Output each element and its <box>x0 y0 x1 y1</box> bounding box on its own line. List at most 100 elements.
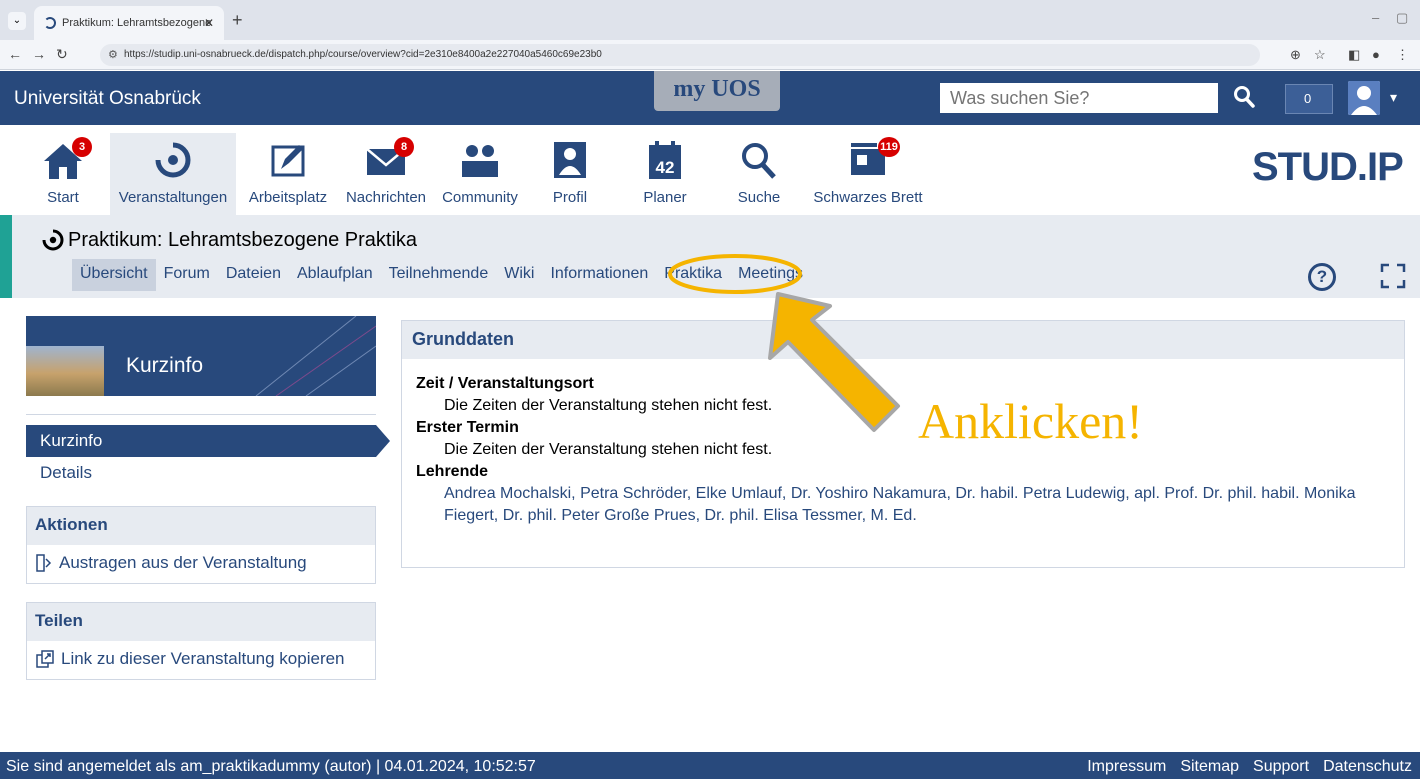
sidebar-item-label: Kurzinfo <box>40 431 103 450</box>
top-header: Universität Osnabrück my UOS 0 ▾ <box>0 71 1420 125</box>
footer: Sie sind angemeldet als am_praktikadummy… <box>0 752 1420 779</box>
sidebar-nav: Kurzinfo Details <box>26 414 390 489</box>
tab-uebersicht[interactable]: Übersicht <box>72 259 156 291</box>
browser-tab[interactable]: Praktikum: Lehramtsbezogene ✕ <box>34 6 224 40</box>
annotation-text: Anklicken! <box>918 393 1143 449</box>
browser-addressbar: ← → ↻ ⚙ https://studip.uni-osnabrueck.de… <box>0 40 1420 70</box>
search-icon <box>742 143 776 179</box>
nav-arbeitsplatz-label: Arbeitsplatz <box>248 189 328 206</box>
course-title: Praktikum: Lehramtsbezogene Praktika <box>68 229 418 251</box>
nav-schwarzes-brett[interactable]: 119 Schwarzes Brett <box>806 133 930 215</box>
nav-start[interactable]: 3 Start <box>36 133 92 215</box>
browser-tabbar: ⌄ Praktikum: Lehramtsbezogene ✕ + – ▢ <box>0 0 1420 40</box>
nav-schwarzes-brett-label: Schwarzes Brett <box>813 189 923 206</box>
sidebar-item-details[interactable]: Details <box>26 457 376 489</box>
nav-planer-label: Planer <box>643 189 687 206</box>
studip-favicon-icon <box>44 17 56 29</box>
site-settings-icon[interactable]: ⚙ <box>108 44 118 66</box>
chevron-down-icon[interactable]: ▾ <box>1390 89 1397 106</box>
nav-community-label: Community <box>442 189 518 206</box>
nav-nachrichten-label: Nachrichten <box>345 189 427 206</box>
exit-icon <box>36 554 52 572</box>
active-arrow-icon <box>376 425 390 457</box>
tab-search-button[interactable]: ⌄ <box>8 12 26 30</box>
new-tab-button[interactable]: + <box>232 10 243 31</box>
nav-planer[interactable]: 42 Planer <box>630 133 700 215</box>
messages-badge: 8 <box>394 137 414 157</box>
calendar-icon: 42 <box>649 141 681 179</box>
search-icon[interactable] <box>1233 85 1255 109</box>
user-avatar-icon <box>1348 81 1380 115</box>
studip-brand-text: STUD.IP <box>1252 145 1404 189</box>
nav-community[interactable]: Community <box>434 133 526 215</box>
seminar-icon <box>155 142 191 178</box>
tab-wiki[interactable]: Wiki <box>496 259 542 291</box>
nav-profil-label: Profil <box>552 189 588 206</box>
login-status: Sie sind angemeldet als am_praktikadummy… <box>6 758 536 775</box>
leave-course-label: Austragen aus der Veranstaltung <box>59 553 307 572</box>
share-widget: Teilen Link zu dieser Veranstaltung kopi… <box>26 602 376 680</box>
nav-suche-label: Suche <box>737 189 781 206</box>
workplace-icon <box>271 145 305 177</box>
nav-suche[interactable]: Suche <box>726 133 792 215</box>
nav-profil[interactable]: Profil <box>540 133 600 215</box>
calendar-day: 42 <box>656 158 675 177</box>
nav-veranstaltungen[interactable]: Veranstaltungen <box>110 133 236 215</box>
main-navigation: 3 Start Veranstaltungen Arbeitsplatz 8 N… <box>0 125 1420 215</box>
nav-nachrichten[interactable]: 8 Nachrichten <box>338 133 434 215</box>
university-name[interactable]: Universität Osnabrück <box>14 88 201 110</box>
sidepanel-icon[interactable]: ◧ <box>1348 47 1360 63</box>
start-badge: 3 <box>72 137 92 157</box>
copy-link-icon <box>36 650 54 668</box>
value-lehrende[interactable]: Andrea Mochalski, Petra Schröder, Elke U… <box>416 483 1404 527</box>
tab-teilnehmende[interactable]: Teilnehmende <box>381 259 497 291</box>
sidebar-item-label: Details <box>40 463 92 482</box>
reload-icon[interactable]: ↻ <box>56 46 68 63</box>
sidebar-item-kurzinfo[interactable]: Kurzinfo <box>26 425 390 457</box>
footer-link-support[interactable]: Support <box>1253 758 1309 776</box>
minimize-window-icon[interactable]: – <box>1372 10 1379 25</box>
term-lehrende: Lehrende <box>416 463 489 480</box>
footer-link-sitemap[interactable]: Sitemap <box>1180 758 1239 776</box>
copy-link-label: Link zu dieser Veranstaltung kopieren <box>61 649 345 668</box>
actions-widget: Aktionen Austragen aus der Veranstaltung <box>26 506 376 584</box>
sidebar-image: Kurzinfo <box>26 316 376 396</box>
notification-counter[interactable]: 0 <box>1285 84 1333 114</box>
community-icon <box>462 145 498 177</box>
board-badge: 119 <box>878 137 900 157</box>
seminar-icon <box>42 229 64 251</box>
browser-tab-title: Praktikum: Lehramtsbezogene <box>62 17 212 29</box>
back-arrow-icon[interactable]: ← <box>8 46 22 62</box>
annotation-arrow <box>668 254 900 432</box>
forward-arrow-icon[interactable]: → <box>32 46 46 62</box>
nav-veranstaltungen-label: Veranstaltungen <box>118 189 228 206</box>
myuos-logo[interactable]: my UOS <box>654 71 780 111</box>
footer-link-impressum[interactable]: Impressum <box>1087 758 1166 776</box>
footer-link-datenschutz[interactable]: Datenschutz <box>1323 758 1412 776</box>
bookmark-star-icon[interactable]: ☆ <box>1314 47 1326 63</box>
sidebar-image-title: Kurzinfo <box>126 354 204 377</box>
help-icon[interactable]: ? <box>1308 263 1336 291</box>
global-search-input[interactable] <box>940 83 1218 113</box>
footer-links: Impressum Sitemap Support Datenschutz <box>1087 758 1412 776</box>
share-title: Teilen <box>27 603 375 641</box>
close-tab-icon[interactable]: ✕ <box>204 16 214 30</box>
browser-menu-icon[interactable]: ⋮ <box>1396 47 1409 63</box>
actions-title: Aktionen <box>27 507 375 545</box>
maximize-window-icon[interactable]: ▢ <box>1396 10 1408 26</box>
zoom-icon[interactable]: ⊕ <box>1290 47 1301 63</box>
nav-arbeitsplatz[interactable]: Arbeitsplatz <box>240 133 336 215</box>
browser-profile-icon[interactable]: ● <box>1372 47 1380 62</box>
url-field[interactable]: ⚙ https://studip.uni-osnabrueck.de/dispa… <box>100 44 1260 66</box>
tab-forum[interactable]: Forum <box>156 259 218 291</box>
nav-start-label: Start <box>47 189 79 206</box>
studip-logo[interactable]: STUD.IP <box>1252 145 1404 190</box>
copy-link[interactable]: Link zu dieser Veranstaltung kopieren <box>27 641 375 679</box>
tab-ablaufplan[interactable]: Ablaufplan <box>289 259 381 291</box>
tab-informationen[interactable]: Informationen <box>542 259 656 291</box>
url-text: https://studip.uni-osnabrueck.de/dispatc… <box>124 49 602 60</box>
tab-dateien[interactable]: Dateien <box>218 259 289 291</box>
fullscreen-icon[interactable] <box>1380 263 1406 289</box>
leave-course-link[interactable]: Austragen aus der Veranstaltung <box>27 545 375 583</box>
avatar[interactable] <box>1348 81 1380 115</box>
